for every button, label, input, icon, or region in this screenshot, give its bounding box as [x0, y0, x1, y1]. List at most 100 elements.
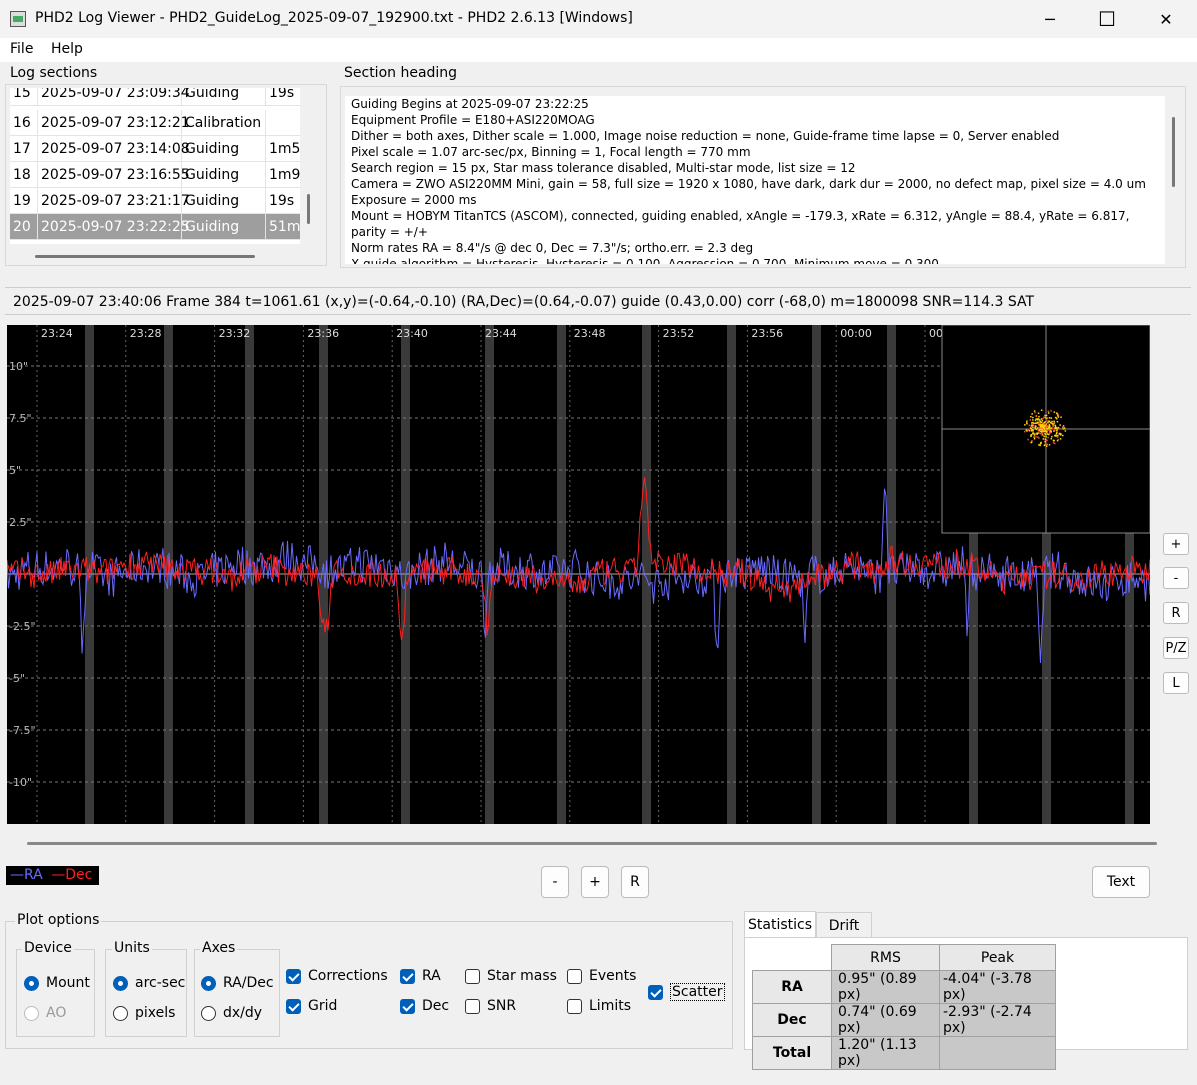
dec-label: Dec: [422, 998, 450, 1014]
graph-hscroll[interactable]: [27, 842, 1157, 845]
y-tick-label: 10": [9, 360, 28, 373]
y-zoom-in-button[interactable]: +: [1163, 533, 1189, 555]
units-arcsec-label: arc-sec: [135, 975, 186, 991]
log-sections-hscroll[interactable]: [35, 255, 255, 258]
close-button[interactable]: ✕: [1137, 0, 1195, 38]
log-row[interactable]: 19 2025-09-07 23:21:17 Guiding 19s: [10, 188, 300, 214]
tab-drift[interactable]: Drift: [816, 912, 872, 938]
log-row-time: 2025-09-07 23:12:21: [38, 110, 190, 135]
scatter-point: [1035, 418, 1037, 420]
axes-dxdy-radio[interactable]: dx/dy: [201, 1005, 262, 1021]
grid-checkbox[interactable]: Grid: [286, 998, 337, 1014]
scatter-point: [1026, 420, 1028, 422]
scatter-point: [1057, 416, 1060, 418]
maximize-button[interactable]: ☐: [1078, 0, 1136, 38]
events-checkbox[interactable]: Events: [567, 968, 636, 984]
stats-dec-rms: 0.74" (0.69 px): [831, 1003, 940, 1037]
lock-button[interactable]: L: [1163, 672, 1189, 694]
log-row-number: 15: [10, 88, 38, 105]
guide-graph[interactable]: 10" 7.5" 5" 2.5" -2.5" -5" -7.5" -10" 23:24 23:28…: [7, 325, 1150, 824]
y-zoom-out-button[interactable]: -: [1163, 567, 1189, 589]
units-arcsec-radio[interactable]: arc-sec: [113, 975, 185, 991]
log-row[interactable]: 15 2025-09-07 23:09:34 Guiding 19s: [10, 88, 300, 106]
scatter-point: [1048, 417, 1051, 419]
section-heading-text[interactable]: Guiding Begins at 2025-09-07 23:22:25 Eq…: [345, 96, 1165, 264]
scatter-point: [1044, 416, 1047, 419]
limits-checkbox[interactable]: Limits: [567, 998, 631, 1014]
x-tick-label: 00:00: [840, 327, 872, 340]
radio-icon: [201, 1005, 216, 1021]
scatter-point: [1050, 438, 1053, 440]
scatter-point: [1050, 417, 1053, 419]
scatter-point: [1032, 416, 1034, 419]
scatter-point: [1026, 422, 1028, 424]
minimize-button[interactable]: ─: [1021, 0, 1079, 38]
scatter-point: [1030, 434, 1032, 436]
scatter-point: [1031, 422, 1033, 424]
stats-dec-peak: -2.93" (-2.74 px): [939, 1003, 1056, 1037]
scatter-point: [1044, 441, 1047, 443]
y-tick-label: -5": [9, 672, 25, 685]
scatter-point: [1045, 431, 1048, 433]
y-tick-label: -2.5": [9, 620, 36, 633]
dec-checkbox[interactable]: Dec: [400, 998, 449, 1014]
log-row[interactable]: 18 2025-09-07 23:16:55 Guiding 1m9s: [10, 162, 300, 188]
log-sections-list[interactable]: 15 2025-09-07 23:09:34 Guiding 19s 16 20…: [10, 88, 300, 244]
ra-label: RA: [422, 968, 441, 984]
x-tick-label: 23:24: [41, 327, 73, 340]
tab-statistics[interactable]: Statistics: [744, 911, 816, 938]
menu-help[interactable]: Help: [51, 41, 83, 57]
window-title: PHD2 Log Viewer - PHD2_GuideLog_2025-09-…: [35, 10, 633, 26]
scatter-point: [1053, 420, 1055, 423]
scatter-point: [1034, 419, 1037, 422]
menu-file[interactable]: File: [10, 41, 33, 57]
scatter-point: [1032, 419, 1034, 421]
device-mount-label: Mount: [46, 975, 90, 991]
scatter-point: [1042, 423, 1044, 426]
log-row-duration: 19s: [269, 88, 295, 101]
scatter-point: [1059, 424, 1061, 426]
device-mount-radio[interactable]: Mount: [24, 975, 90, 991]
axes-radec-radio[interactable]: RA/Dec: [201, 975, 274, 991]
units-pixels-radio[interactable]: pixels: [113, 1005, 175, 1021]
section-heading-vscroll[interactable]: [1172, 117, 1175, 187]
star-mass-checkbox[interactable]: Star mass: [465, 968, 557, 984]
scatter-point: [1050, 427, 1052, 430]
guide-graph-canvas[interactable]: 10" 7.5" 5" 2.5" -2.5" -5" -7.5" -10" 23:24 23:28…: [7, 325, 1150, 824]
snr-checkbox[interactable]: SNR: [465, 998, 516, 1014]
scatter-point: [1030, 416, 1032, 418]
scatter-point: [1040, 431, 1043, 433]
log-row-selected[interactable]: 20 2025-09-07 23:22:25 Guiding 51m3: [10, 214, 300, 240]
scatter-point: [1040, 418, 1043, 420]
scatter-point: [1052, 439, 1055, 442]
log-row-type: Guiding: [182, 136, 266, 161]
x-zoom-out-button[interactable]: -: [541, 866, 569, 898]
log-row[interactable]: 16 2025-09-07 23:12:21 Calibration: [10, 110, 300, 136]
corrections-checkbox[interactable]: Corrections: [286, 968, 388, 984]
ra-checkbox[interactable]: RA: [400, 968, 441, 984]
log-sections-vscroll[interactable]: [307, 194, 310, 224]
scatter-point: [1046, 443, 1048, 446]
y-reset-button[interactable]: R: [1163, 602, 1189, 624]
log-row[interactable]: 17 2025-09-07 23:14:08 Guiding 1m57: [10, 136, 300, 162]
scatter-point: [1035, 414, 1038, 417]
heading-line: Pixel scale = 1.07 arc-sec/px, Binning =…: [351, 145, 751, 159]
x-zoom-in-button[interactable]: +: [581, 866, 609, 898]
scatter-point: [1037, 412, 1040, 414]
scatter-point: [1030, 427, 1033, 430]
scatter-point: [1038, 426, 1040, 429]
frame-status-line: 2025-09-07 23:40:06 Frame 384 t=1061.61 …: [5, 287, 1191, 315]
scatter-point: [1047, 429, 1049, 431]
heading-line: Exposure = 2000 ms: [351, 193, 477, 207]
pan-zoom-button[interactable]: P/Z: [1163, 637, 1189, 659]
scatter-point: [1031, 425, 1033, 427]
plot-options-label: Plot options: [15, 912, 102, 928]
scatter-point: [1040, 441, 1042, 444]
scatter-point: [1042, 417, 1044, 420]
x-reset-button[interactable]: R: [621, 866, 649, 898]
text-button[interactable]: Text: [1092, 866, 1150, 898]
scatter-point: [1035, 425, 1037, 427]
scatter-checkbox[interactable]: Scatter: [648, 983, 725, 1001]
y-tick-label: 7.5": [9, 412, 32, 425]
scatter-point: [1054, 442, 1056, 445]
